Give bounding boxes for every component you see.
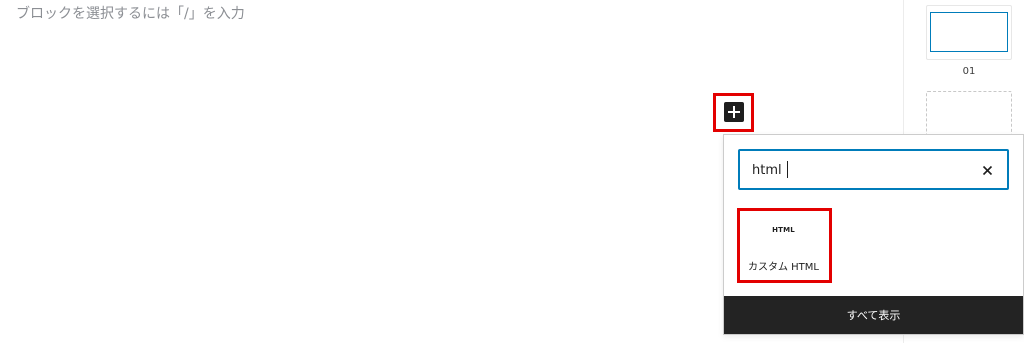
block-inserter-popover: HTML カスタム HTML すべて表示 bbox=[723, 134, 1024, 335]
thumbnail-preview bbox=[930, 12, 1008, 52]
block-search-input[interactable] bbox=[752, 159, 952, 181]
html-icon: HTML bbox=[772, 226, 795, 234]
show-all-button[interactable]: すべて表示 bbox=[724, 296, 1023, 334]
block-result-label: カスタム HTML bbox=[747, 262, 819, 273]
clear-search-button[interactable] bbox=[977, 160, 997, 180]
plus-icon bbox=[728, 106, 740, 118]
block-search-box[interactable] bbox=[738, 149, 1009, 190]
thumbnail-label: 01 bbox=[962, 66, 976, 77]
block-result-custom-html[interactable]: HTML カスタム HTML bbox=[738, 209, 833, 281]
add-block-button[interactable] bbox=[724, 102, 744, 122]
block-placeholder[interactable]: ブロックを選択するには「/」を入力 bbox=[16, 3, 245, 23]
thumbnail-frame[interactable] bbox=[926, 5, 1012, 60]
text-caret bbox=[787, 161, 788, 178]
close-icon bbox=[982, 165, 992, 175]
